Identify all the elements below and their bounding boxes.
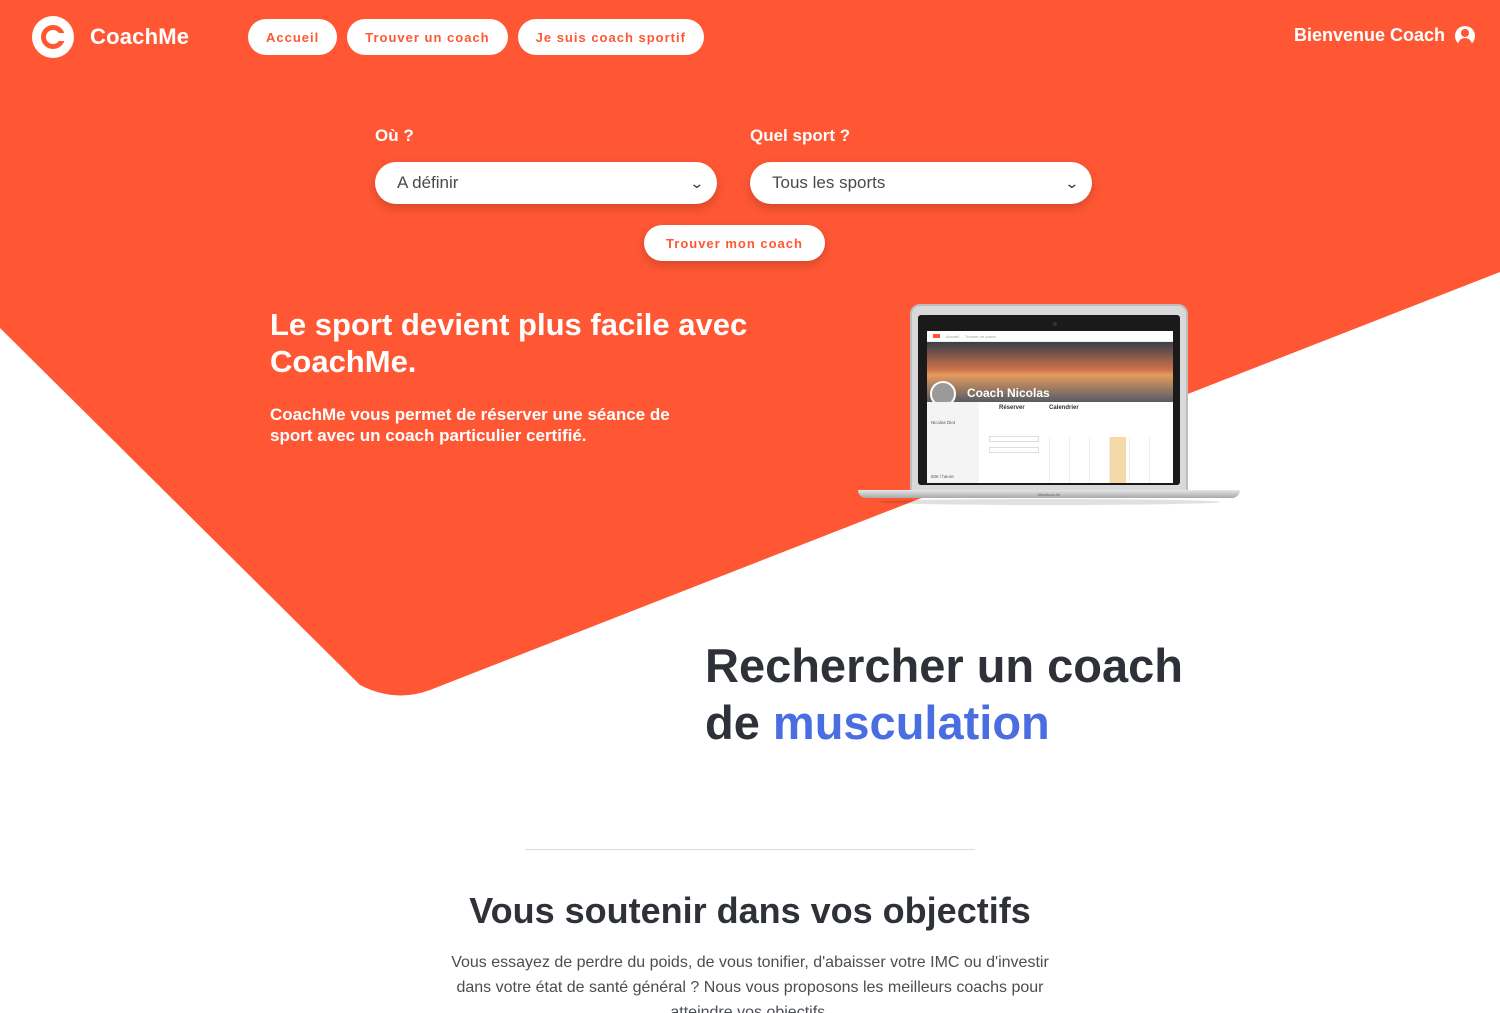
nav-i-am-coach-button[interactable]: Je suis coach sportif (517, 19, 704, 55)
where-select-value: A définir (397, 173, 459, 192)
where-select[interactable]: A définir ⌄ (375, 162, 717, 204)
section-title-accent: musculation (772, 696, 1050, 749)
sport-field: Quel sport ? Tous les sports ⌄ (750, 126, 1092, 204)
nav-find-coach-button[interactable]: Trouver un coach (347, 19, 508, 55)
where-label: Où ? (375, 126, 414, 145)
objectives-text: Vous essayez de perdre du poids, de vous… (451, 954, 1049, 1013)
mockup-price: 50€ / heure (931, 474, 954, 479)
laptop-mockup-image: Accueil Trouver un coach Coach Nicolas Ni… (858, 304, 1240, 506)
laptop-model-label: MacBook Air (1037, 492, 1061, 497)
mockup-tab-calendar: Calendrier (1049, 405, 1079, 411)
section-title: Rechercher un coach de musculation (705, 637, 1183, 751)
mockup-form (989, 434, 1039, 458)
sport-select[interactable]: Tous les sports ⌄ (750, 162, 1092, 204)
mockup-calendar-grid (1049, 437, 1171, 483)
coachme-logo-icon (32, 16, 74, 58)
nav-accueil-button[interactable]: Accueil (248, 19, 338, 55)
camera-dot (1053, 322, 1057, 326)
mockup-banner: Coach Nicolas (927, 342, 1173, 402)
objectives-title: Vous soutenir dans vos objectifs (469, 890, 1031, 931)
section-divider (525, 849, 975, 850)
section-title-prefix: Rechercher un coach (705, 639, 1184, 692)
brand-name: CoachMe (90, 24, 190, 49)
sport-label: Quel sport ? (750, 126, 851, 145)
mockup-profile-name: Nicolas Diot (931, 420, 956, 425)
chevron-down-icon: ⌄ (689, 174, 705, 191)
chevron-down-icon: ⌄ (1064, 174, 1080, 191)
laptop-screen: Accueil Trouver un coach Coach Nicolas Ni… (927, 331, 1173, 483)
main-nav: Accueil Trouver un coach Je suis coach s… (248, 19, 704, 55)
section-title-de: de (705, 696, 760, 749)
hero-subtitle: CoachMe vous permet de réserver une séan… (270, 405, 670, 445)
user-menu[interactable]: Bienvenue Coach (1294, 25, 1475, 46)
welcome-text: Bienvenue Coach (1293, 25, 1445, 45)
hero-title: Le sport devient plus facile avec CoachM… (270, 307, 748, 379)
find-coach-submit-button[interactable]: Trouver mon coach (644, 225, 825, 261)
mockup-tab-reserve: Réserver (999, 405, 1025, 411)
mockup-coach-name: Coach Nicolas (967, 386, 1050, 400)
where-field: Où ? A définir ⌄ (375, 126, 717, 204)
user-circle-icon (1455, 25, 1475, 46)
laptop-lid: Accueil Trouver un coach Coach Nicolas Ni… (910, 304, 1188, 492)
sport-select-value: Tous les sports (772, 173, 886, 192)
brand-logo[interactable]: CoachMe (32, 16, 189, 58)
